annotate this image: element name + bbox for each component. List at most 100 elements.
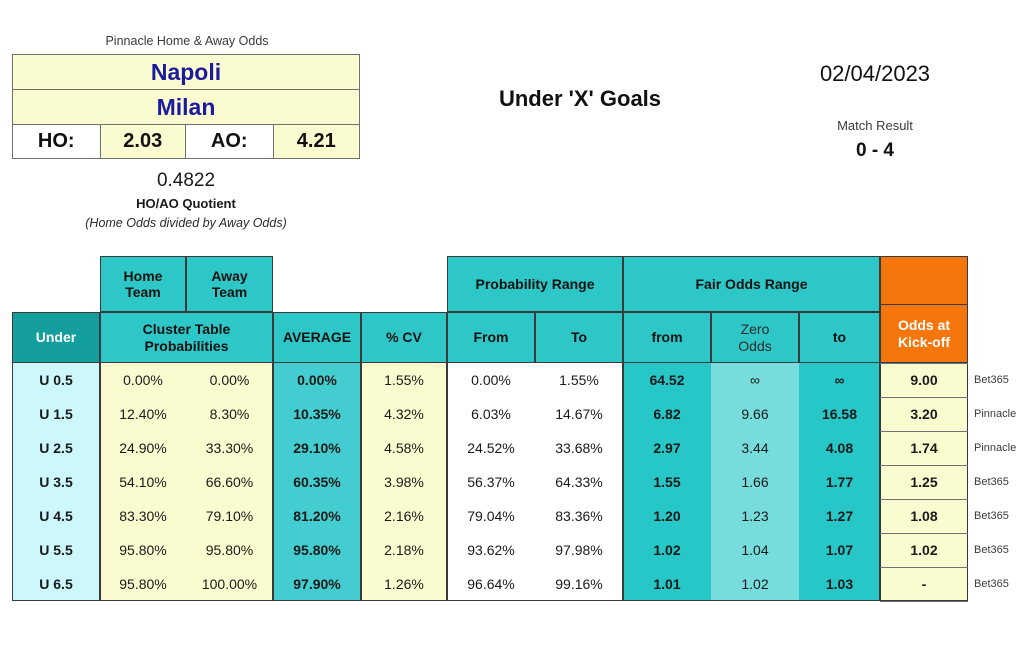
cell-probability-to-r1: 14.67% (535, 397, 623, 431)
cell-probability-from-r2: 24.52% (447, 431, 535, 465)
match-teams-box: Napoli Milan HO: 2.03 AO: 4.21 (12, 54, 360, 159)
cell-fair-odds-to-r6: 1.03 (799, 567, 880, 601)
home-team-name: Napoli (13, 55, 359, 89)
cell-odds-at-kickoff-r6: - (880, 567, 968, 601)
hoao-quotient-label: HO/AO Quotient (136, 196, 236, 211)
cell-zero-odds-r5: 1.04 (711, 533, 799, 567)
column-header-odds-to[interactable]: to (799, 312, 880, 363)
cell-home-probability-r2: 24.90% (100, 431, 186, 465)
match-result-label: Match Result (837, 118, 913, 133)
cell-average-r3: 60.35% (273, 465, 361, 499)
cell-fair-odds-to-r3: 1.77 (799, 465, 880, 499)
cell-bookmaker-r2: Pinnacle (968, 431, 1024, 465)
cell-zero-odds-r6: 1.02 (711, 567, 799, 601)
cell-average-r2: 29.10% (273, 431, 361, 465)
match-date: 02/04/2023 (819, 61, 931, 86)
cell-away-probability-r2: 33.30% (186, 431, 273, 465)
column-header-odds-from[interactable]: from (623, 312, 711, 363)
cell-under-r1: U 1.5 (12, 397, 100, 431)
cell-average-r4: 81.20% (273, 499, 361, 533)
cell-cv-r2: 4.58% (361, 431, 447, 465)
cell-cv-r5: 2.18% (361, 533, 447, 567)
group-header-home-team: Home Team (100, 256, 186, 312)
cell-bookmaker-r4: Bet365 (968, 499, 1024, 533)
cell-away-probability-r6: 100.00% (186, 567, 273, 601)
cell-home-probability-r3: 54.10% (100, 465, 186, 499)
cell-probability-from-r3: 56.37% (447, 465, 535, 499)
away-team-name: Milan (13, 90, 359, 124)
cell-under-r4: U 4.5 (12, 499, 100, 533)
cell-away-probability-r1: 8.30% (186, 397, 273, 431)
cell-cv-r4: 2.16% (361, 499, 447, 533)
away-team-row: Milan (13, 90, 359, 125)
cell-bookmaker-r1: Pinnacle (968, 397, 1024, 431)
cell-odds-at-kickoff-r1: 3.20 (880, 397, 968, 431)
cell-probability-to-r0: 1.55% (535, 363, 623, 397)
cell-probability-to-r2: 33.68% (535, 431, 623, 465)
cell-bookmaker-r5: Bet365 (968, 533, 1024, 567)
cell-average-r6: 97.90% (273, 567, 361, 601)
kickoff-row-separator-6 (880, 567, 968, 568)
cell-fair-odds-from-r1: 6.82 (623, 397, 711, 431)
kickoff-row-separator-1 (880, 397, 968, 398)
cell-bookmaker-r3: Bet365 (968, 465, 1024, 499)
cell-under-r2: U 2.5 (12, 431, 100, 465)
column-header-cv[interactable]: % CV (361, 312, 447, 363)
column-header-zero-odds[interactable]: Zero Odds (711, 312, 799, 363)
column-header-prob-to[interactable]: To (535, 312, 623, 363)
group-header-away-team: Away Team (186, 256, 273, 312)
cell-away-probability-r4: 79.10% (186, 499, 273, 533)
cell-probability-to-r3: 64.33% (535, 465, 623, 499)
kickoff-row-separator-5 (880, 533, 968, 534)
away-odds-value: 4.21 (273, 125, 359, 158)
group-header-fair-odds-range: Fair Odds Range (623, 256, 880, 312)
page-title: Under 'X' Goals (498, 86, 662, 111)
cell-bookmaker-r0: Bet365 (968, 363, 1024, 397)
hoao-quotient-note: (Home Odds divided by Away Odds) (85, 216, 287, 230)
cell-fair-odds-from-r5: 1.02 (623, 533, 711, 567)
column-header-prob-from[interactable]: From (447, 312, 535, 363)
cell-probability-to-r5: 97.98% (535, 533, 623, 567)
cell-probability-from-r0: 0.00% (447, 363, 535, 397)
hoao-quotient-value: 0.4822 (156, 170, 216, 191)
cell-odds-at-kickoff-r4: 1.08 (880, 499, 968, 533)
column-header-under[interactable]: Under (12, 312, 100, 363)
column-header-odds-at-kickoff[interactable]: Odds at Kick-off (880, 304, 968, 363)
cell-under-r5: U 5.5 (12, 533, 100, 567)
cell-probability-to-r6: 99.16% (535, 567, 623, 601)
cell-zero-odds-r4: 1.23 (711, 499, 799, 533)
cell-zero-odds-r0: ∞ (711, 363, 799, 397)
cell-cv-r6: 1.26% (361, 567, 447, 601)
cell-fair-odds-to-r0: ∞ (799, 363, 880, 397)
cell-probability-to-r4: 83.36% (535, 499, 623, 533)
cell-home-probability-r5: 95.80% (100, 533, 186, 567)
cell-fair-odds-to-r4: 1.27 (799, 499, 880, 533)
cell-probability-from-r5: 93.62% (447, 533, 535, 567)
cell-zero-odds-r1: 9.66 (711, 397, 799, 431)
column-header-cluster-table-probabilities[interactable]: Cluster Table Probabilities (100, 312, 273, 363)
cell-probability-from-r6: 96.64% (447, 567, 535, 601)
cell-odds-at-kickoff-r2: 1.74 (880, 431, 968, 465)
cell-average-r5: 95.80% (273, 533, 361, 567)
cell-fair-odds-to-r2: 4.08 (799, 431, 880, 465)
away-odds-label: AO: (185, 125, 274, 158)
under-goals-table: Home Team Away Team Probability Range Fair Od… (12, 255, 1024, 602)
odds-at-kickoff-header-cap (880, 256, 968, 304)
match-result-score: 0 - 4 (855, 140, 895, 161)
cell-cv-r1: 4.32% (361, 397, 447, 431)
cell-probability-from-r4: 79.04% (447, 499, 535, 533)
cell-fair-odds-to-r1: 16.58 (799, 397, 880, 431)
cell-home-probability-r1: 12.40% (100, 397, 186, 431)
cell-fair-odds-from-r6: 1.01 (623, 567, 711, 601)
cell-cv-r0: 1.55% (361, 363, 447, 397)
column-header-average[interactable]: AVERAGE (273, 312, 361, 363)
odds-row: HO: 2.03 AO: 4.21 (13, 125, 359, 158)
cell-away-probability-r3: 66.60% (186, 465, 273, 499)
kickoff-row-separator-2 (880, 431, 968, 432)
cell-away-probability-r0: 0.00% (186, 363, 273, 397)
cell-probability-from-r1: 6.03% (447, 397, 535, 431)
cell-bookmaker-r6: Bet365 (968, 567, 1024, 601)
cell-fair-odds-from-r4: 1.20 (623, 499, 711, 533)
kickoff-row-separator-3 (880, 465, 968, 466)
cell-odds-at-kickoff-r5: 1.02 (880, 533, 968, 567)
